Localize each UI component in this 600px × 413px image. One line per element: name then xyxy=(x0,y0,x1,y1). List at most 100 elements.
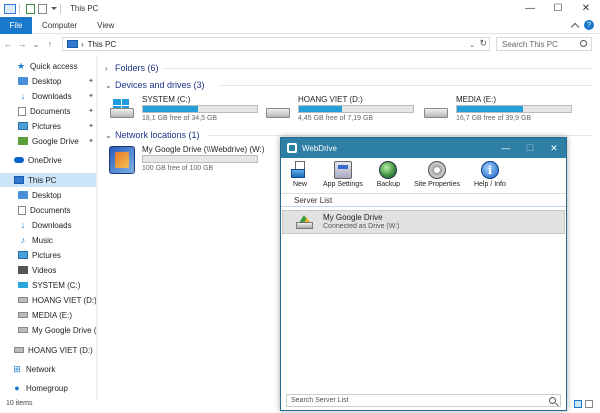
group-title: Network locations (1) xyxy=(115,130,200,140)
webdrive-close-button[interactable]: ✕ xyxy=(542,138,566,158)
server-status: Connected as Drive (W:) xyxy=(323,223,400,230)
details-view-icon[interactable] xyxy=(574,400,582,408)
backup-icon xyxy=(379,161,398,179)
help-info-button[interactable]: i Help / Info xyxy=(474,158,506,193)
sidebar-item-quick-access[interactable]: ★ Quick access xyxy=(0,59,98,73)
forward-arrow-icon[interactable]: → xyxy=(16,39,28,49)
new-button[interactable]: New xyxy=(291,158,309,193)
sidebar-item-downloads[interactable]: ↓ Downloads ✦ xyxy=(0,89,98,103)
sidebar-item-pictures[interactable]: Pictures ✦ xyxy=(0,119,98,133)
back-arrow-icon[interactable]: ← xyxy=(2,39,14,49)
sidebar-item-this-pc[interactable]: This PC xyxy=(0,173,98,187)
large-icons-view-icon[interactable] xyxy=(585,400,593,408)
sidebar-item-system-c[interactable]: SYSTEM (C:) xyxy=(0,278,98,292)
backup-button[interactable]: Backup xyxy=(377,158,400,193)
sidebar-scrollbar[interactable] xyxy=(96,55,98,400)
sidebar-item-network[interactable]: ⊞ Network xyxy=(0,362,98,376)
help-icon[interactable]: ? xyxy=(584,20,594,30)
sidebar-item-desktop[interactable]: Desktop ✦ xyxy=(0,74,98,88)
divider xyxy=(60,3,61,14)
webdrive-minimize-button[interactable]: — xyxy=(494,138,518,158)
tab-computer[interactable]: Computer xyxy=(32,17,87,34)
group-header-folders[interactable]: › Folders (6) xyxy=(105,61,159,75)
sidebar-item-media-e[interactable]: MEDIA (E:) xyxy=(0,308,98,322)
close-button[interactable]: ✕ xyxy=(572,0,600,17)
drive-icon xyxy=(424,99,450,121)
sidebar-item-videos[interactable]: Videos xyxy=(0,263,98,277)
drive-icon xyxy=(18,297,28,303)
sidebar-item-label: Desktop xyxy=(32,76,62,86)
folder-icon xyxy=(18,191,28,199)
server-list: My Google Drive Connected as Drive (W:) xyxy=(281,208,566,388)
refresh-icon[interactable]: ↻ xyxy=(479,38,487,49)
server-row-my-google-drive[interactable]: My Google Drive Connected as Drive (W:) xyxy=(282,210,565,234)
sidebar-item-pc-pictures[interactable]: Pictures xyxy=(0,248,98,262)
network-location-google-drive[interactable]: My Google Drive (\\Webdrive) (W:) 100 GB… xyxy=(110,145,280,175)
recent-locations-icon[interactable]: ⌄ xyxy=(30,39,42,50)
pictures-icon xyxy=(18,251,28,259)
drive-name: HOANG VIET (D:) xyxy=(298,95,363,104)
video-icon xyxy=(18,266,28,274)
help-icon: i xyxy=(480,161,499,179)
drive-icon xyxy=(18,312,28,318)
sidebar-item-pc-desktop[interactable]: Desktop xyxy=(0,188,98,202)
divider xyxy=(208,135,592,136)
sidebar-item-label: This PC xyxy=(28,175,57,185)
sidebar-item-music[interactable]: ♪ Music xyxy=(0,233,98,247)
drive-system-c[interactable]: SYSTEM (C:) 18,1 GB free of 34,5 GB xyxy=(110,95,260,125)
pin-icon: ✦ xyxy=(88,123,94,130)
group-header-network[interactable]: ⌄ Network locations (1) xyxy=(105,128,200,142)
sidebar-item-hoang-viet-d[interactable]: HOANG VIET (D:) xyxy=(0,293,98,307)
sidebar-item-label: My Google Drive (\\ xyxy=(32,325,98,335)
group-header-devices[interactable]: ⌄ Devices and drives (3) xyxy=(105,78,205,92)
sidebar-item-pc-downloads[interactable]: ↓ Downloads xyxy=(0,218,98,232)
server-list-header: Server List xyxy=(281,194,566,207)
address-bar[interactable]: › This PC ⌄ ↻ xyxy=(62,37,490,51)
computer-icon xyxy=(4,3,16,14)
sidebar-item-label: Videos xyxy=(32,265,57,275)
tab-view[interactable]: View xyxy=(87,17,124,34)
breadcrumb-this-pc[interactable]: This PC xyxy=(88,40,116,49)
webdrive-maximize-button[interactable]: ☐ xyxy=(518,138,542,158)
webdrive-title-bar: WebDrive — ☐ ✕ xyxy=(281,138,566,158)
search-input[interactable]: Search This PC xyxy=(496,37,592,51)
sidebar-item-label: Downloads xyxy=(32,220,72,230)
maximize-button[interactable]: ☐ xyxy=(544,0,572,17)
sidebar-item-label: Music xyxy=(32,235,53,245)
sidebar-item-onedrive[interactable]: OneDrive xyxy=(0,153,98,167)
customize-quick-access-icon[interactable] xyxy=(51,7,57,10)
drive-hoang-viet-d[interactable]: HOANG VIET (D:) 4,45 GB free of 7,19 GB xyxy=(266,95,416,125)
properties-quick-access-icon[interactable] xyxy=(26,3,35,14)
webdrive-toolbar: New App Settings Backup Site Properties … xyxy=(281,158,566,194)
sidebar-item-pc-documents[interactable]: Documents xyxy=(0,203,98,217)
sidebar-item-my-google-drive[interactable]: My Google Drive (\\ xyxy=(0,323,98,337)
drive-usage-fill xyxy=(457,106,524,112)
drive-free-space: 100 GB free of 100 GB xyxy=(142,165,214,172)
sidebar-item-label: Desktop xyxy=(32,190,62,200)
sidebar-item-documents[interactable]: Documents ✦ xyxy=(0,104,98,118)
sidebar-item-label: Documents xyxy=(30,205,71,215)
search-icon xyxy=(549,397,556,404)
site-properties-button[interactable]: Site Properties xyxy=(414,158,460,193)
search-icon xyxy=(580,40,587,47)
star-icon: ★ xyxy=(16,60,26,71)
sidebar-item-label: HOANG VIET (D:) xyxy=(28,345,93,355)
tab-file[interactable]: File xyxy=(0,16,32,34)
new-folder-quick-access-icon[interactable] xyxy=(38,3,47,14)
download-icon: ↓ xyxy=(20,91,26,101)
up-arrow-icon[interactable]: ↑ xyxy=(44,39,56,49)
sidebar-item-label: HOANG VIET (D:) xyxy=(32,295,97,305)
app-settings-button[interactable]: App Settings xyxy=(323,158,363,193)
server-search-input[interactable]: Search Server List xyxy=(286,394,561,407)
sidebar-item-google-drive[interactable]: Google Drive ✦ xyxy=(0,134,98,148)
chevron-down-icon[interactable]: ⌄ xyxy=(469,41,475,49)
drive-media-e[interactable]: MEDIA (E:) 16,7 GB free of 39,9 GB xyxy=(424,95,574,125)
toolbar-label: Backup xyxy=(376,181,401,188)
computer-icon xyxy=(14,176,24,184)
sidebar-item-homegroup[interactable]: ● Homegroup xyxy=(0,381,98,395)
breadcrumb-separator: › xyxy=(81,39,84,49)
sidebar-item-label: SYSTEM (C:) xyxy=(32,280,81,290)
minimize-button[interactable]: — xyxy=(516,0,544,17)
sidebar-item-hoang-viet-d-root[interactable]: HOANG VIET (D:) xyxy=(0,343,98,357)
expand-ribbon-icon[interactable] xyxy=(570,22,580,32)
